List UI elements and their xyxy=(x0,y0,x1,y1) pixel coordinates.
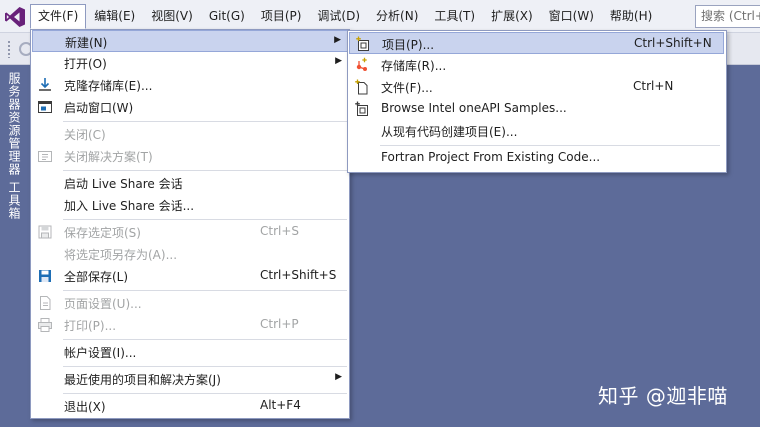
submenu-arrow-icon: ▶ xyxy=(334,35,341,45)
menu-item-label: 启动窗口(W) xyxy=(64,101,134,115)
menu-item-close[interactable]: 关闭(C) xyxy=(32,123,348,145)
menu-item-shortcut: Ctrl+Shift+S xyxy=(260,268,337,282)
menu-separator xyxy=(380,145,720,146)
menu-help[interactable]: 帮助(H) xyxy=(602,4,660,29)
start-window-icon xyxy=(38,101,52,113)
menu-item-print[interactable]: 打印(P)... Ctrl+P xyxy=(32,314,348,336)
menu-item-label: 加入 Live Share 会话... xyxy=(64,199,195,213)
menu-item-new[interactable]: 新建(N) ▶ xyxy=(32,30,348,52)
menu-extensions[interactable]: 扩展(X) xyxy=(483,4,541,29)
menu-item-save-all[interactable]: 全部保存(L) Ctrl+Shift+S xyxy=(32,265,348,287)
page-setup-icon xyxy=(40,296,51,310)
search-input[interactable]: 搜索 (Ctrl+Q) xyxy=(695,5,760,28)
submenu-arrow-icon: ▶ xyxy=(335,372,342,382)
menu-item-label: 关闭解决方案(T) xyxy=(64,150,153,164)
menu-separator xyxy=(63,366,347,367)
close-solution-icon xyxy=(38,151,52,162)
menu-analyze[interactable]: 分析(N) xyxy=(368,4,426,29)
menu-item-label: 关闭(C) xyxy=(64,128,106,142)
menu-item-join-live-share[interactable]: 加入 Live Share 会话... xyxy=(32,194,348,216)
menu-view[interactable]: 视图(V) xyxy=(143,4,201,29)
file-menu-dropdown: 新建(N) ▶ 打开(O) ▶ 克隆存储库(E)... 启动窗口(W) 关闭(C… xyxy=(30,29,350,419)
menu-item-label: 启动 Live Share 会话 xyxy=(64,177,183,191)
menu-edit[interactable]: 编辑(E) xyxy=(86,4,143,29)
submenu-item-repository[interactable]: 存储库(R)... xyxy=(349,54,724,76)
menu-item-start-window[interactable]: 启动窗口(W) xyxy=(32,96,348,118)
menu-item-shortcut: Ctrl+Shift+N xyxy=(634,36,712,50)
menu-item-label: Fortran Project From Existing Code... xyxy=(381,150,601,164)
new-project-icon xyxy=(356,36,369,51)
menu-item-page-setup[interactable]: 页面设置(U)... xyxy=(32,292,348,314)
menu-item-label: 打开(O) xyxy=(64,57,107,71)
submenu-item-oneapi-samples[interactable]: Browse Intel oneAPI Samples... xyxy=(349,98,724,120)
menu-item-label: 全部保存(L) xyxy=(64,270,129,284)
menu-item-start-live-share[interactable]: 启动 Live Share 会话 xyxy=(32,172,348,194)
menu-file[interactable]: 文件(F) xyxy=(30,4,87,29)
save-disabled-icon xyxy=(38,225,52,239)
menu-item-shortcut: Ctrl+N xyxy=(633,79,674,93)
menu-items: 文件(F) 编辑(E) 视图(V) Git(G) 项目(P) 调试(D) 分析(… xyxy=(30,4,660,29)
menu-item-label: 帐户设置(I)... xyxy=(64,346,137,360)
new-repository-icon xyxy=(356,57,367,71)
menu-debug[interactable]: 调试(D) xyxy=(309,4,368,29)
submenu-item-project[interactable]: 项目(P)... Ctrl+Shift+N xyxy=(349,32,724,54)
submenu-item-from-existing-code[interactable]: 从现有代码创建项目(E)... xyxy=(349,120,724,142)
menu-git[interactable]: Git(G) xyxy=(201,4,253,29)
clone-download-icon xyxy=(39,78,51,91)
menu-window[interactable]: 窗口(W) xyxy=(541,4,602,29)
menu-item-label: 退出(X) xyxy=(64,400,106,414)
new-submenu: 项目(P)... Ctrl+Shift+N 存储库(R)... 文件(F)...… xyxy=(347,30,727,173)
menu-item-label: Browse Intel oneAPI Samples... xyxy=(381,101,567,115)
menu-item-close-solution[interactable]: 关闭解决方案(T) xyxy=(32,145,348,167)
menu-item-label: 克隆存储库(E)... xyxy=(64,79,153,93)
oneapi-samples-icon xyxy=(355,101,368,116)
menu-item-account-settings[interactable]: 帐户设置(I)... xyxy=(32,341,348,363)
menu-item-recent[interactable]: 最近使用的项目和解决方案(J) ▶ xyxy=(32,368,348,390)
menu-tools[interactable]: 工具(T) xyxy=(426,4,483,29)
menu-item-label: 最近使用的项目和解决方案(J) xyxy=(64,373,221,387)
menu-item-label: 将选定项另存为(A)... xyxy=(64,248,178,262)
menu-item-label: 打印(P)... xyxy=(64,319,117,333)
submenu-item-file[interactable]: 文件(F)... Ctrl+N xyxy=(349,76,724,98)
menu-item-save-selected-as[interactable]: 将选定项另存为(A)... xyxy=(32,243,348,265)
menu-separator xyxy=(63,219,347,220)
menu-item-label: 存储库(R)... xyxy=(381,59,447,73)
menu-item-open[interactable]: 打开(O) ▶ xyxy=(32,52,348,74)
toolbox-tab[interactable]: 工具箱 xyxy=(6,181,23,220)
menu-project[interactable]: 项目(P) xyxy=(253,4,310,29)
menu-item-label: 文件(F)... xyxy=(381,81,433,95)
menu-separator xyxy=(63,290,347,291)
menu-item-label: 页面设置(U)... xyxy=(64,297,142,311)
submenu-item-fortran-project[interactable]: Fortran Project From Existing Code... xyxy=(349,147,724,169)
menu-item-label: 项目(P)... xyxy=(382,38,435,52)
side-tool-strip: 服务器资源管理器 工具箱 xyxy=(0,65,26,427)
menu-item-shortcut: Ctrl+S xyxy=(260,224,300,238)
menu-item-save-selected[interactable]: 保存选定项(S) Ctrl+S xyxy=(32,221,348,243)
menu-item-label: 从现有代码创建项目(E)... xyxy=(381,125,518,139)
server-explorer-tab[interactable]: 服务器资源管理器 xyxy=(6,72,23,176)
menu-item-shortcut: Ctrl+P xyxy=(260,317,299,331)
menu-item-label: 新建(N) xyxy=(65,36,108,50)
submenu-arrow-icon: ▶ xyxy=(335,56,342,66)
save-all-icon xyxy=(39,270,51,282)
print-icon xyxy=(38,318,52,332)
menu-item-shortcut: Alt+F4 xyxy=(260,398,301,412)
menu-item-label: 保存选定项(S) xyxy=(64,226,141,240)
menu-separator xyxy=(63,393,347,394)
menu-separator xyxy=(63,339,347,340)
watermark: 知乎 @迦非喵 xyxy=(598,384,728,408)
new-file-icon xyxy=(355,79,368,95)
menu-item-exit[interactable]: 退出(X) Alt+F4 xyxy=(32,395,348,417)
visual-studio-logo-icon[interactable] xyxy=(4,6,26,28)
menu-item-clone-repository[interactable]: 克隆存储库(E)... xyxy=(32,74,348,96)
menu-separator xyxy=(63,121,347,122)
menu-separator xyxy=(63,170,347,171)
toolbar-grip-icon[interactable] xyxy=(7,40,11,58)
